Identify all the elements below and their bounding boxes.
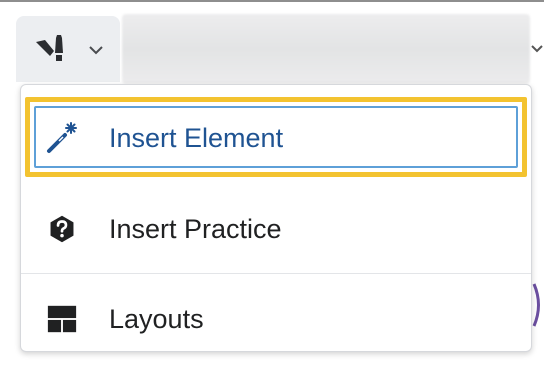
screen: Insert Element Insert Practice Layouts: [0, 0, 544, 366]
pen-tools-icon: [36, 35, 63, 61]
magic-wand-icon: [45, 121, 79, 155]
menu-item-label: Insert Element: [109, 122, 284, 153]
chevron-down-icon[interactable]: [530, 44, 544, 54]
menu-item-layouts[interactable]: Layouts: [21, 275, 531, 363]
menu-item-insert-practice[interactable]: Insert Practice: [21, 185, 531, 273]
menu-item-label: Layouts: [109, 303, 204, 334]
toolbar-blurred-region: [122, 14, 530, 84]
layout-grid-icon: [45, 302, 79, 336]
chevron-down-icon: [89, 46, 103, 55]
menu-item-insert-element[interactable]: Insert Element: [21, 95, 531, 181]
menu-item-label: Insert Practice: [109, 213, 282, 244]
top-divider: [0, 0, 544, 2]
question-circle-icon: [45, 212, 79, 246]
insert-dropdown-button[interactable]: [16, 16, 120, 82]
partial-background-graphic: [532, 283, 540, 327]
menu-divider: [21, 273, 531, 274]
insert-dropdown-menu: Insert Element Insert Practice Layouts: [20, 84, 532, 352]
